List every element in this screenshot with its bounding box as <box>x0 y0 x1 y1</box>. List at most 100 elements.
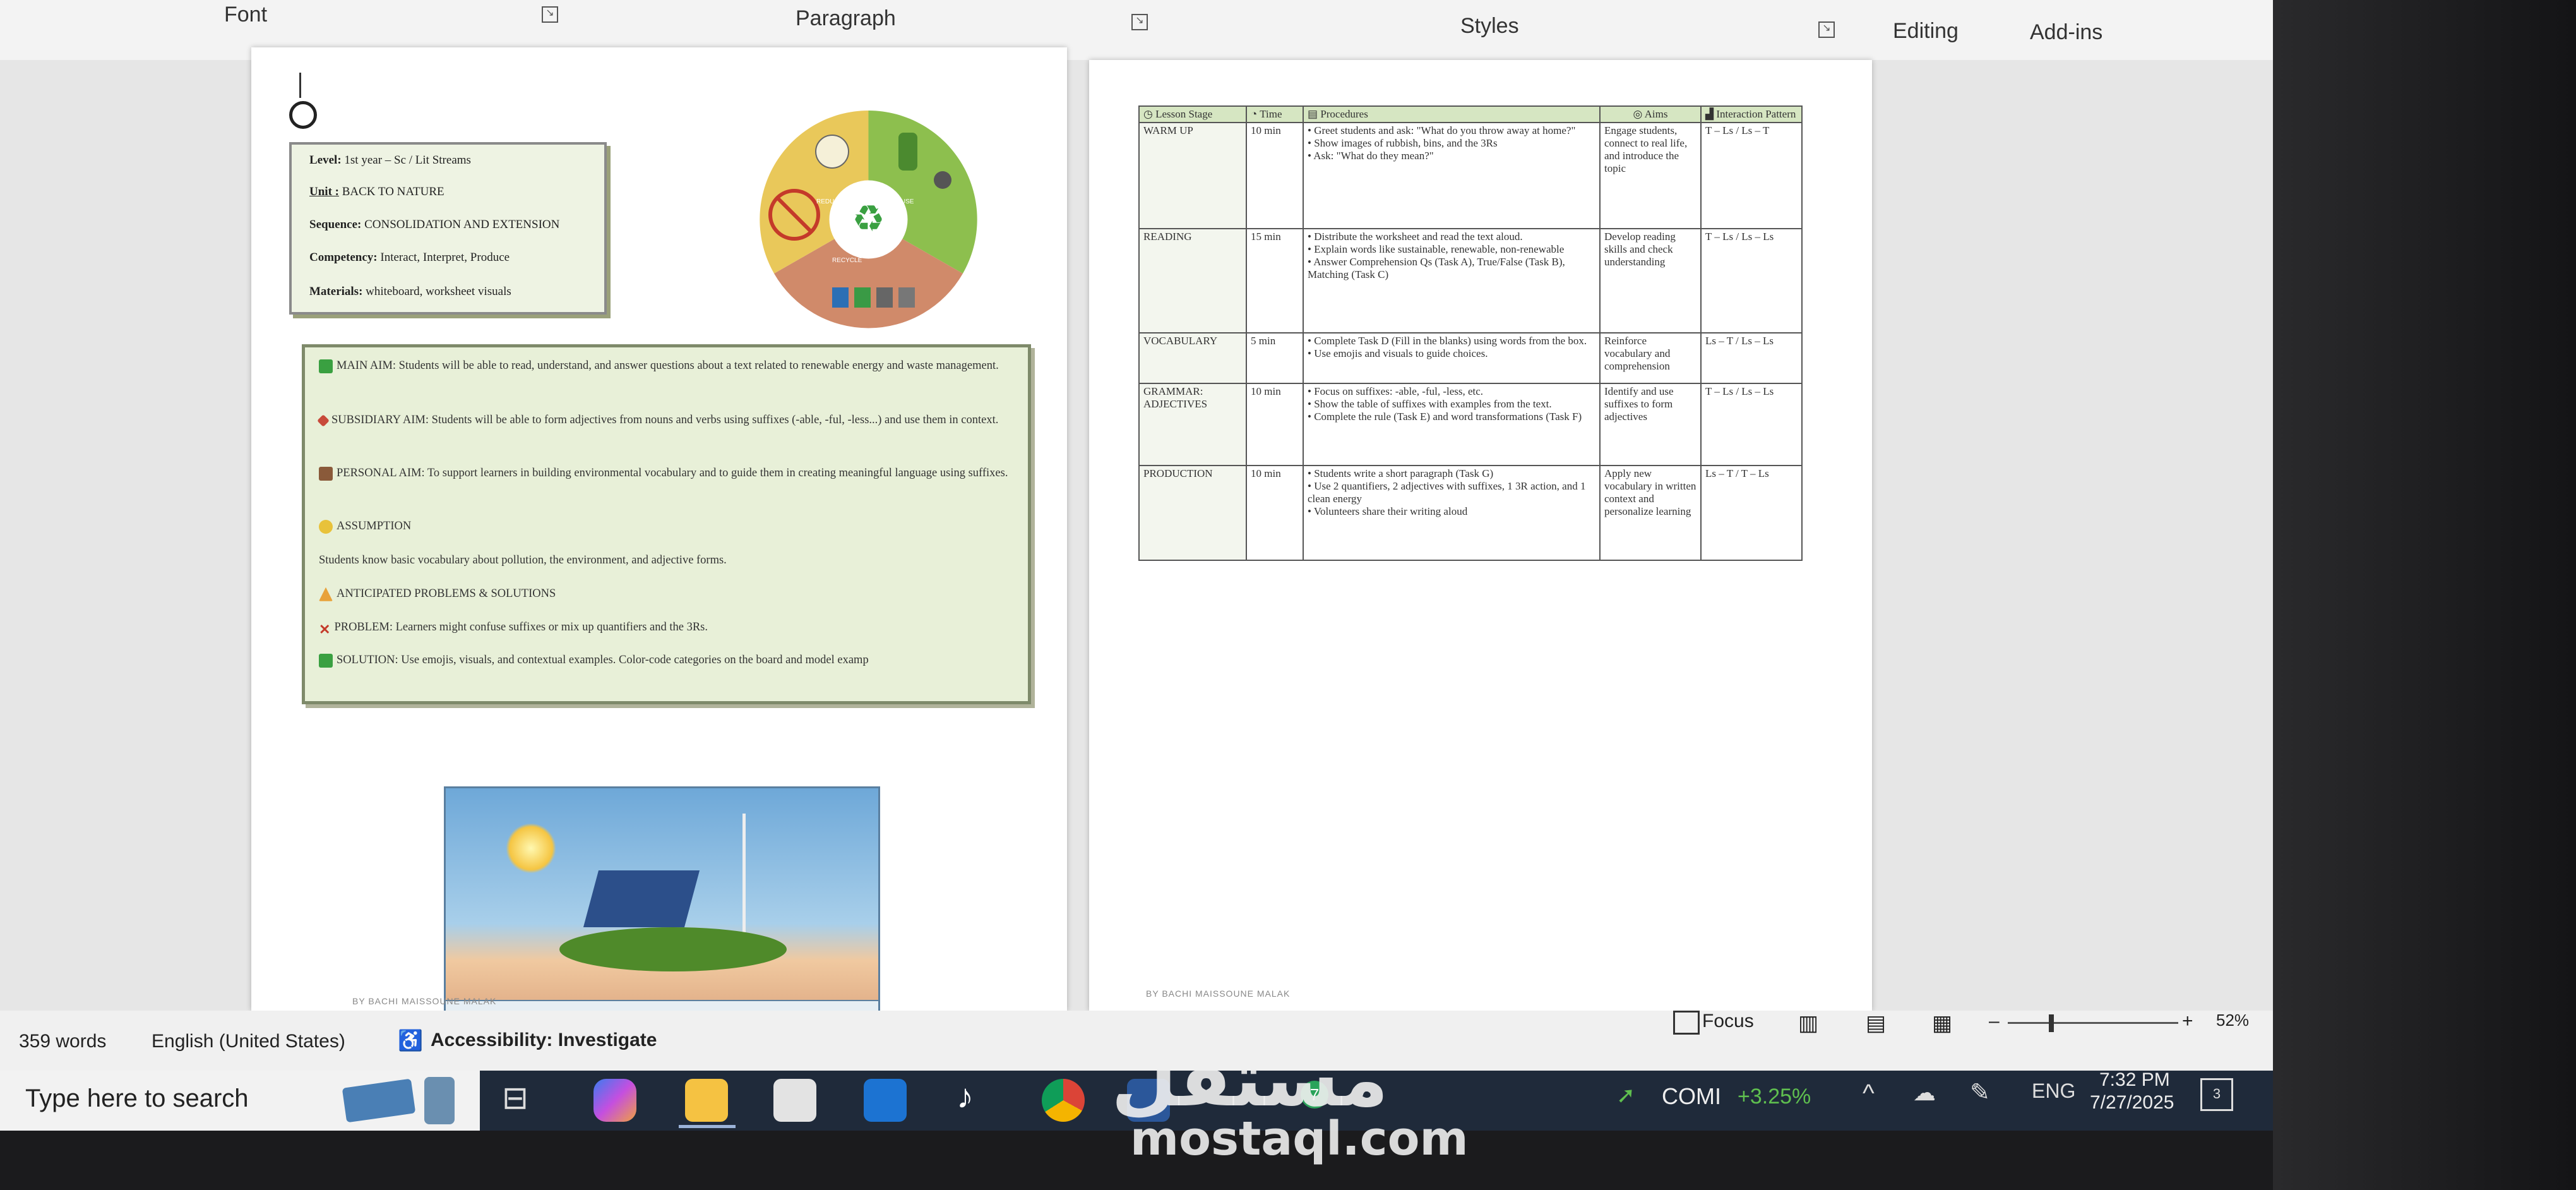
shape-anchor-icon[interactable] <box>289 101 317 129</box>
outlook-icon[interactable] <box>864 1079 907 1122</box>
tree-icon <box>898 133 917 171</box>
procedures-cell: • Focus on suffixes: -able, -ful, -less,… <box>1303 383 1601 466</box>
aims-cell: Apply new vocabulary in written context … <box>1599 465 1702 561</box>
zoom-slider-track[interactable] <box>2008 1022 2178 1024</box>
onedrive-icon[interactable]: ☁ <box>1913 1079 1936 1106</box>
materials-value: whiteboard, worksheet visuals <box>366 285 511 298</box>
lesson-info-box[interactable]: Level: 1st year – Sc / Lit Streams Unit … <box>289 142 607 315</box>
sun-icon <box>506 823 556 874</box>
stage-cell: PRODUCTION <box>1138 465 1247 561</box>
monitor-bezel <box>2273 0 2576 1190</box>
table-row[interactable]: READING 15 min • Distribute the workshee… <box>1138 228 1803 334</box>
suitcase-icon[interactable] <box>424 1077 455 1124</box>
notepad-icon: ▤ <box>1308 108 1321 120</box>
person-icon <box>934 171 951 189</box>
search-highlight-icon[interactable] <box>342 1078 416 1123</box>
clock-date[interactable]: 7/27/2025 <box>2090 1092 2174 1114</box>
pen-icon[interactable]: ✎ <box>1970 1078 1990 1107</box>
stock-name[interactable]: COMI <box>1662 1083 1721 1110</box>
chrome-icon[interactable] <box>1042 1079 1085 1122</box>
watermark-arabic: مستقل <box>1111 1036 1388 1124</box>
sequence-value: CONSOLIDATION AND EXTENSION <box>364 218 560 231</box>
pattern-cell: Ls – T / Ls – Ls <box>1700 332 1803 384</box>
time-cell: 5 min <box>1246 332 1304 384</box>
editing-tab[interactable]: Editing <box>1893 19 1959 44</box>
zoom-slider-thumb[interactable] <box>2049 1014 2054 1032</box>
table-row[interactable]: PRODUCTION 10 min • Students write a sho… <box>1138 465 1803 561</box>
file-explorer-icon[interactable] <box>685 1079 728 1122</box>
zoom-out-button[interactable]: – <box>1989 1011 2000 1032</box>
stage-cell: READING <box>1138 228 1247 334</box>
watermark-site: mostaql.com <box>1130 1112 1469 1166</box>
recycle-circle-image[interactable]: ♻ REUSE RECYCLE REDUCE <box>756 107 981 332</box>
main-aim: MAIN AIM: Students will be able to read,… <box>337 359 999 372</box>
clock-time[interactable]: 7:32 PM <box>2099 1069 2170 1091</box>
document-canvas: Level: 1st year – Sc / Lit Streams Unit … <box>0 47 2323 1037</box>
time-cell: 10 min <box>1246 465 1304 561</box>
page-1[interactable]: Level: 1st year – Sc / Lit Streams Unit … <box>251 47 1067 1037</box>
addins-tab[interactable]: Add-ins <box>2030 20 2102 45</box>
page-2[interactable]: ◷ Lesson Stage ◔ Time ▤ Procedures ◎ Aim… <box>1089 60 1872 1011</box>
show-hidden-icons-chevron[interactable]: ^ <box>1863 1079 1875 1108</box>
reuse-label: REUSE <box>892 198 914 205</box>
solar-panel-icon <box>583 870 700 927</box>
copilot-icon[interactable] <box>593 1079 636 1122</box>
web-layout-icon[interactable]: ▦ <box>1932 1011 1952 1036</box>
task-view-icon[interactable]: ⊟ <box>502 1079 528 1116</box>
header-interaction-pattern: ▟ Interaction Pattern <box>1700 105 1803 123</box>
table-row[interactable]: GRAMMAR: ADJECTIVES 10 min • Focus on su… <box>1138 383 1803 466</box>
read-mode-icon[interactable]: ▥ <box>1798 1011 1818 1036</box>
table-row[interactable]: VOCABULARY 5 min • Complete Task D (Fill… <box>1138 332 1803 384</box>
microsoft-store-icon[interactable] <box>773 1079 816 1122</box>
check-mark-icon <box>319 359 333 373</box>
language-indicator[interactable]: English (United States) <box>152 1031 345 1052</box>
personal-aim: PERSONAL AIM: To support learners in bui… <box>337 467 1008 479</box>
solution-text: SOLUTION: Use emojis, visuals, and conte… <box>337 654 869 666</box>
header-time: ◔ Time <box>1246 105 1304 123</box>
aims-cell: Identify and use suffixes to form adject… <box>1599 383 1702 466</box>
accessibility-icon: ♿ <box>398 1029 423 1052</box>
pattern-cell: Ls – T / T – Ls <box>1700 465 1803 561</box>
styles-dialog-launcher-icon[interactable]: ↘ <box>1818 21 1835 38</box>
styles-group-label: Styles <box>1460 14 1519 38</box>
renewable-energy-image[interactable]: Renewable Energy and Its Necessity <box>444 786 880 1037</box>
header-aims: ◎ Aims <box>1599 105 1702 123</box>
search-box[interactable]: Type here to search <box>0 1071 480 1131</box>
clock-icon: ◷ <box>1143 108 1156 120</box>
paragraph-dialog-launcher-icon[interactable]: ↘ <box>1131 14 1148 30</box>
search-placeholder[interactable]: Type here to search <box>25 1085 249 1113</box>
stock-up-icon: ➚ <box>1616 1082 1636 1108</box>
stock-change[interactable]: +3.25% <box>1738 1085 1811 1109</box>
notifications-icon[interactable]: 3 <box>2200 1078 2233 1111</box>
zoom-level[interactable]: 52% <box>2216 1011 2249 1030</box>
problem-text: PROBLEM: Learners might confuse suffixes… <box>334 621 708 634</box>
lesson-plan-table[interactable]: ◷ Lesson Stage ◔ Time ▤ Procedures ◎ Aim… <box>1138 105 1803 561</box>
tiktok-icon[interactable]: ♪ <box>957 1077 974 1116</box>
procedures-cell: • Distribute the worksheet and read the … <box>1303 228 1601 334</box>
procedures-cell: • Students write a short paragraph (Task… <box>1303 465 1601 561</box>
font-group-label: Font <box>224 3 268 27</box>
font-dialog-launcher-icon[interactable]: ↘ <box>542 6 558 23</box>
unit-label: Unit : <box>309 185 339 198</box>
aims-box[interactable]: MAIN AIM: Students will be able to read,… <box>302 344 1031 704</box>
competency-value: Interact, Interpret, Produce <box>380 251 510 264</box>
focus-icon[interactable] <box>1673 1011 1700 1035</box>
table-row[interactable]: WARM UP 10 min • Greet students and ask:… <box>1138 122 1803 229</box>
zoom-in-button[interactable]: + <box>2182 1011 2193 1032</box>
subsidiary-aim: SUBSIDIARY AIM: Students will be able to… <box>331 414 999 426</box>
stage-cell: GRAMMAR: ADJECTIVES <box>1138 383 1247 466</box>
level-label: Level: <box>309 153 342 167</box>
focus-button[interactable]: Focus <box>1702 1011 1754 1032</box>
print-layout-icon[interactable]: ▤ <box>1866 1011 1886 1036</box>
grass-island <box>559 927 787 971</box>
pattern-cell: T – Ls / Ls – T <box>1700 122 1803 229</box>
sequence-label: Sequence: <box>309 218 362 231</box>
time-cell: 15 min <box>1246 228 1304 334</box>
assumption-text: Students know basic vocabulary about pol… <box>319 554 727 567</box>
accessibility-status[interactable]: Accessibility: Investigate <box>431 1030 657 1051</box>
header-lesson-stage: ◷ Lesson Stage <box>1138 105 1247 123</box>
word-count[interactable]: 359 words <box>19 1031 106 1052</box>
input-language[interactable]: ENG <box>2032 1079 2075 1103</box>
bulb-icon <box>815 135 849 169</box>
page-1-footer: BY BACHI MAISSOUNE MALAK <box>352 996 497 1006</box>
